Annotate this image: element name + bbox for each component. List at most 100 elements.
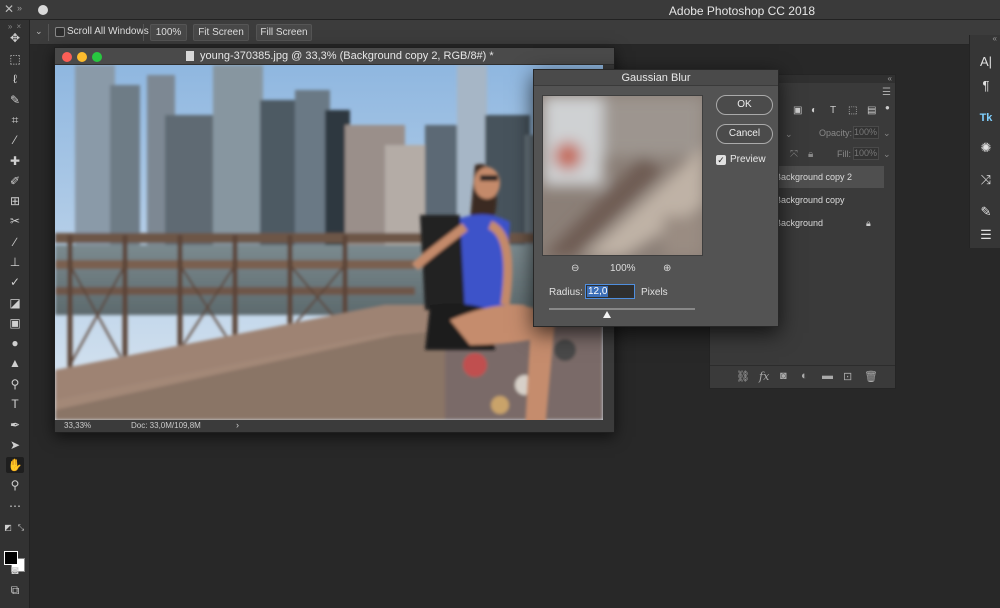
- document-title-bar[interactable]: young-370385.jpg @ 33,3% (Background cop…: [55, 48, 614, 65]
- title-bar: ✕ » Adobe Photoshop CC 2018: [0, 0, 1000, 20]
- opacity-chevron-icon[interactable]: ⌄: [883, 128, 891, 139]
- layer-row-background-copy-2[interactable]: Background copy 2: [770, 166, 884, 188]
- screen-mode-icon[interactable]: ⧉: [6, 582, 24, 598]
- layers-footer: ⛓ fx ◙ ◐ ▬ ⊡ 🗑︎: [710, 365, 895, 388]
- character-icon[interactable]: A|: [977, 53, 995, 71]
- adjustments-icon[interactable]: ✺: [977, 139, 995, 157]
- properties-icon[interactable]: ☰: [977, 226, 995, 244]
- crop-icon[interactable]: ⌗: [6, 112, 24, 128]
- layer-row-background[interactable]: Background 🔒︎: [770, 212, 884, 234]
- tools-panel: » × ✥ ⬚ ℓ ✎ ⌗ ⁄ ✚ ✐ ⊞ ✂ ∕ ⊥ ✓ ◪ ▣ ● ▲ ⚲ …: [0, 20, 30, 608]
- filter-type-icon[interactable]: T: [830, 105, 836, 116]
- brush-tool-icon[interactable]: ∕: [6, 234, 24, 250]
- delete-layer-icon[interactable]: 🗑︎: [864, 370, 878, 383]
- foreground-color-swatch[interactable]: [4, 551, 18, 565]
- marquee-icon[interactable]: ⬚: [6, 51, 24, 67]
- close-window-button[interactable]: [62, 52, 72, 62]
- opacity-field[interactable]: 100%: [853, 126, 879, 139]
- ok-button[interactable]: OK: [716, 95, 773, 115]
- adjustment-layer-icon[interactable]: ◐: [801, 370, 808, 382]
- type-icon[interactable]: T: [6, 396, 24, 412]
- tool-preset-chevron-icon[interactable]: ⌄: [35, 26, 43, 37]
- document-status-bar: 33,33% Doc: 33,0M/109,8M ›: [55, 420, 614, 432]
- close-icon[interactable]: ✕: [4, 2, 14, 16]
- photo-illustration: [55, 65, 603, 420]
- path-select-icon[interactable]: ➤: [6, 437, 24, 453]
- fill-chevron-icon[interactable]: ⌄: [883, 149, 891, 160]
- filter-pixel-icon[interactable]: ▣: [793, 105, 802, 116]
- gaussian-blur-dialog: Gaussian Blur ⊖ 100% ⊕ OK Cancel ✓ Previ…: [533, 69, 779, 327]
- default-colors-icon[interactable]: ◩: [2, 520, 14, 536]
- panel-menu-icon[interactable]: ☰: [882, 87, 891, 98]
- gradient-icon[interactable]: ▣: [6, 315, 24, 331]
- blend-mode-chevron-icon[interactable]: ⌄: [785, 129, 793, 140]
- zoom-out-icon[interactable]: ⊖: [571, 263, 579, 274]
- window-dot[interactable]: [38, 5, 48, 15]
- panel-icon-strip: « A| ¶ Tk ✺ ⤨ ✎ ☰: [969, 35, 1000, 248]
- dialog-title: Gaussian Blur: [534, 70, 778, 86]
- preview-checkbox[interactable]: ✓: [716, 155, 726, 165]
- quick-select-icon[interactable]: ✎: [6, 92, 24, 108]
- radius-slider-track[interactable]: [549, 308, 695, 310]
- dodge-icon[interactable]: ⚲: [6, 376, 24, 392]
- fx-icon[interactable]: fx: [759, 370, 769, 383]
- eyedropper-icon[interactable]: ⁄: [6, 132, 24, 148]
- filter-shape-icon[interactable]: ⬚: [848, 105, 857, 116]
- zoom-100-button[interactable]: 100%: [150, 24, 187, 41]
- options-bar: ⌄ Scroll All Windows 100% Fit Screen Fil…: [0, 20, 1000, 45]
- zoom-level-field[interactable]: 33,33%: [64, 421, 91, 430]
- fill-label: Fill:: [837, 149, 851, 159]
- blur-preview[interactable]: [542, 95, 703, 256]
- blur-icon[interactable]: ●: [6, 335, 24, 351]
- hand-icon[interactable]: ✋: [6, 457, 24, 473]
- more-icon[interactable]: ⋯: [6, 498, 24, 514]
- filter-toggle-icon[interactable]: ●: [885, 103, 890, 112]
- fit-screen-button[interactable]: Fit Screen: [193, 24, 249, 41]
- clone-stamp-icon[interactable]: ⊞: [6, 193, 24, 209]
- zoom-icon[interactable]: ⚲: [6, 477, 24, 493]
- file-icon: [186, 51, 194, 61]
- layer-row-background-copy[interactable]: Background copy: [770, 189, 884, 211]
- lock-all-icon[interactable]: 🔒︎: [808, 149, 813, 160]
- collapse-icon[interactable]: »: [17, 3, 22, 13]
- radius-input[interactable]: 12,0: [585, 284, 635, 299]
- status-menu-chevron-icon[interactable]: ›: [236, 420, 239, 430]
- layer-name: Background copy: [775, 195, 845, 205]
- pen-icon[interactable]: ✒: [6, 417, 24, 433]
- opacity-label: Opacity:: [819, 128, 853, 138]
- minimize-window-button[interactable]: [77, 52, 87, 62]
- channels-icon[interactable]: ⤨: [977, 171, 995, 189]
- art-history-icon[interactable]: ✓: [6, 274, 24, 290]
- filter-adjust-icon[interactable]: ◐: [811, 105, 817, 116]
- tk-plugin-icon[interactable]: Tk: [977, 109, 995, 127]
- swap-colors-icon[interactable]: ⤡: [15, 520, 27, 536]
- add-mask-icon[interactable]: ◙: [780, 370, 787, 382]
- lasso-icon[interactable]: ℓ: [6, 71, 24, 87]
- preview-label: Preview: [730, 154, 766, 165]
- scroll-all-windows-checkbox[interactable]: [55, 27, 65, 37]
- move-icon[interactable]: ✥: [6, 30, 24, 46]
- zoom-in-icon[interactable]: ⊕: [663, 263, 671, 274]
- stamp-icon[interactable]: ⊥: [6, 254, 24, 270]
- strip-collapse-icon[interactable]: «: [970, 35, 1000, 43]
- cancel-button[interactable]: Cancel: [716, 124, 773, 144]
- fill-field[interactable]: 100%: [853, 147, 879, 160]
- eraser-icon[interactable]: ◪: [6, 295, 24, 311]
- zoom-window-button[interactable]: [92, 52, 102, 62]
- fill-screen-button[interactable]: Fill Screen: [256, 24, 312, 41]
- filter-smart-icon[interactable]: ▤: [867, 105, 876, 116]
- photoshop-app: ✕ » Adobe Photoshop CC 2018 ⌄ Scroll All…: [0, 0, 1000, 608]
- new-group-icon[interactable]: ▬: [822, 370, 833, 382]
- new-layer-icon[interactable]: ⊡: [843, 370, 852, 383]
- healing-icon[interactable]: ✚: [6, 153, 24, 169]
- image-canvas[interactable]: [55, 65, 603, 420]
- link-layers-icon[interactable]: ⛓: [736, 370, 750, 383]
- radius-slider-handle[interactable]: [603, 311, 611, 318]
- lock-position-icon[interactable]: ⤧: [790, 149, 798, 160]
- sharpen-icon[interactable]: ▲: [6, 355, 24, 371]
- brushes-icon[interactable]: ✎: [977, 203, 995, 221]
- brush-icon[interactable]: ✐: [6, 173, 24, 189]
- radius-units: Pixels: [641, 287, 668, 298]
- paragraph-icon[interactable]: ¶: [977, 77, 995, 95]
- history-brush-icon[interactable]: ✂: [6, 213, 24, 229]
